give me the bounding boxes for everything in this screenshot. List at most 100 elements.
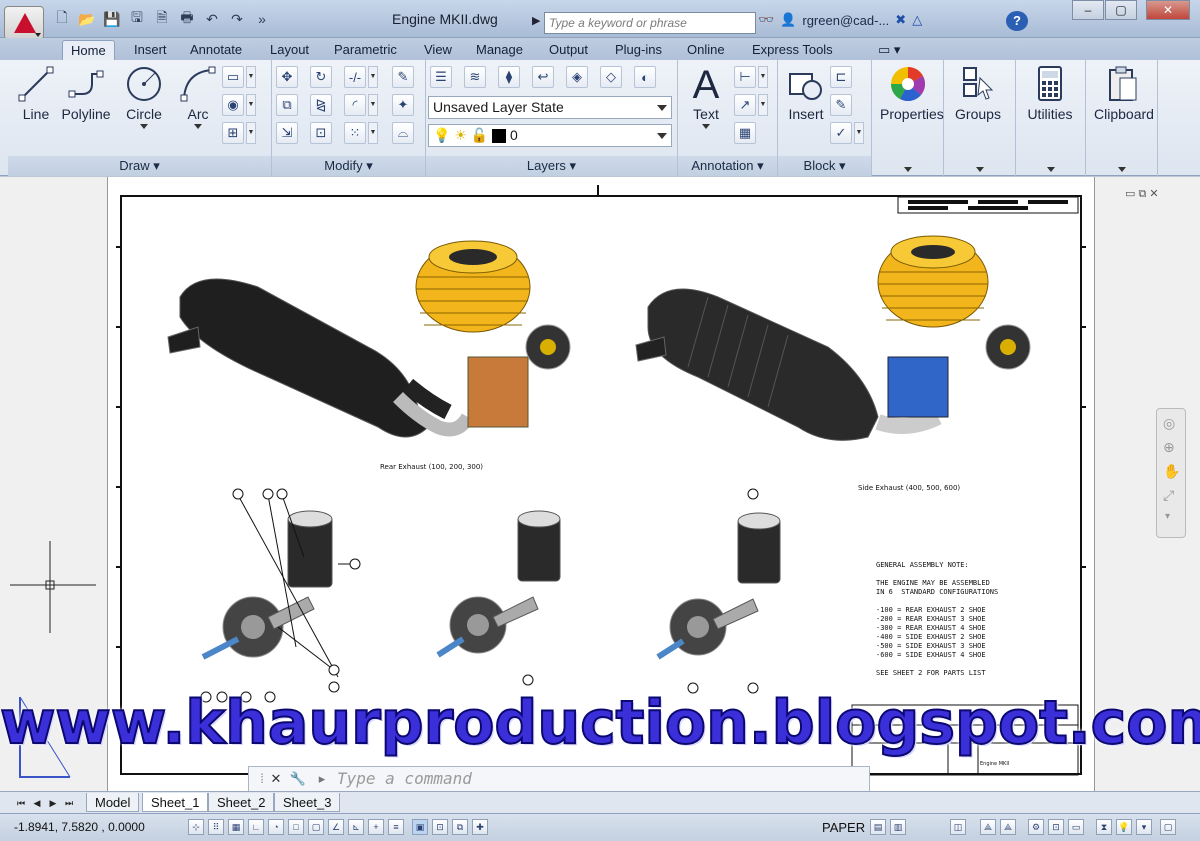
new-icon[interactable]: 🗋 bbox=[52, 9, 72, 28]
layer-match-icon[interactable]: ⧫ bbox=[498, 66, 520, 88]
more-icon[interactable]: » bbox=[252, 10, 272, 28]
trim-dropdown[interactable]: ▼ bbox=[368, 66, 378, 88]
otrack-icon[interactable]: ∠ bbox=[328, 819, 344, 835]
layout-tab-model[interactable]: Model bbox=[86, 793, 140, 812]
layer-previous-icon[interactable]: ↩ bbox=[532, 66, 554, 88]
status-menu-icon[interactable]: ▾ bbox=[1136, 819, 1152, 835]
redo-icon[interactable]: ↷ bbox=[227, 10, 247, 28]
3d-osnap-icon[interactable]: ▢ bbox=[308, 819, 324, 835]
block-panel-title[interactable]: Block ▾ bbox=[778, 156, 871, 176]
tab-online[interactable]: Online bbox=[679, 40, 733, 60]
viewport-window-controls[interactable]: ▭ ⧉ ✕ bbox=[1125, 187, 1159, 201]
minimize-button[interactable]: – bbox=[1072, 0, 1104, 20]
annotation-scale-icon[interactable]: ⟁ bbox=[980, 819, 996, 835]
save-icon[interactable]: 💾 bbox=[102, 10, 122, 28]
tab-annotate[interactable]: Annotate bbox=[182, 40, 250, 60]
last-layout-icon[interactable]: ⏭ bbox=[62, 795, 76, 811]
annotation-visibility-icon[interactable]: ⟁ bbox=[1000, 819, 1016, 835]
properties-panel[interactable]: Properties bbox=[872, 60, 944, 176]
leader-dropdown[interactable]: ▼ bbox=[758, 94, 768, 116]
layers-panel-title[interactable]: Layers ▾ bbox=[426, 156, 677, 176]
region-dropdown[interactable]: ▼ bbox=[246, 122, 256, 144]
table-icon[interactable]: ▦ bbox=[734, 122, 756, 144]
edit-attributes-icon[interactable]: ✓ bbox=[830, 122, 852, 144]
print-icon[interactable]: 🖶 bbox=[177, 9, 197, 28]
tab-view[interactable]: View bbox=[416, 40, 460, 60]
fillet-dropdown[interactable]: ▼ bbox=[368, 94, 378, 116]
modify-panel-title[interactable]: Modify ▾ bbox=[272, 156, 425, 176]
clean-screen-icon[interactable]: ▢ bbox=[1160, 819, 1176, 835]
lineweight-icon[interactable]: ≡ bbox=[388, 819, 404, 835]
trim-icon[interactable]: -/- bbox=[344, 66, 366, 88]
line-tool[interactable]: Line bbox=[8, 64, 64, 122]
first-layout-icon[interactable]: ⏮ bbox=[14, 795, 28, 811]
coordinate-readout[interactable]: -1.8941, 7.5820 , 0.0000 bbox=[14, 820, 145, 834]
lightbulb-icon[interactable]: 💡 bbox=[1116, 819, 1132, 835]
array-icon[interactable]: ⁙ bbox=[344, 122, 366, 144]
dyn-icon[interactable]: + bbox=[368, 819, 384, 835]
zoom-icon[interactable]: ⊕ bbox=[1163, 439, 1175, 456]
toolbar-lock-icon[interactable]: ⊡ bbox=[1048, 819, 1064, 835]
layer-state-select[interactable]: Unsaved Layer State bbox=[428, 96, 672, 119]
exchange-icon[interactable]: ✖ bbox=[895, 12, 906, 28]
infer-constraints-icon[interactable]: ⊹ bbox=[188, 819, 204, 835]
ducs-icon[interactable]: ⊾ bbox=[348, 819, 364, 835]
draw-panel-title[interactable]: Draw ▾ bbox=[8, 156, 271, 176]
tab-insert[interactable]: Insert bbox=[126, 40, 175, 60]
utilities-panel[interactable]: Utilities bbox=[1016, 60, 1086, 176]
create-block-icon[interactable]: ⊏ bbox=[830, 66, 852, 88]
arc-tool[interactable]: Arc bbox=[170, 64, 226, 129]
workspace-switching-icon[interactable]: ⚙ bbox=[1028, 819, 1044, 835]
steering-wheel-icon[interactable]: ◎ bbox=[1163, 415, 1175, 432]
rectangle-dropdown[interactable]: ▼ bbox=[246, 66, 256, 88]
search-input[interactable]: Type a keyword or phrase bbox=[544, 12, 756, 34]
quick-view-layouts-icon[interactable]: ▤ bbox=[870, 819, 886, 835]
layout-tab-sheet-3[interactable]: Sheet_3 bbox=[274, 793, 341, 812]
tab-layout[interactable]: Layout bbox=[262, 40, 317, 60]
text-tool[interactable]: A Text bbox=[678, 64, 734, 129]
tab-output[interactable]: Output bbox=[541, 40, 596, 60]
rotate-icon[interactable]: ↻ bbox=[310, 66, 332, 88]
move-icon[interactable]: ✥ bbox=[276, 66, 298, 88]
chevron-down-icon[interactable]: ▾ bbox=[1165, 511, 1170, 522]
osnap-icon[interactable]: □ bbox=[288, 819, 304, 835]
wrench-icon[interactable]: 🔧 bbox=[289, 770, 307, 788]
hatch-dropdown[interactable]: ▼ bbox=[246, 94, 256, 116]
triangle-icon[interactable]: △ bbox=[912, 12, 922, 28]
ribbon-minimize-toggle[interactable]: ▭ ▾ bbox=[870, 40, 908, 60]
layer-unisolate-icon[interactable]: ◇ bbox=[600, 66, 622, 88]
search-expand-icon[interactable]: ▶ bbox=[532, 14, 542, 32]
close-button[interactable]: ✕ bbox=[1146, 0, 1190, 20]
layout-tab-sheet-2[interactable]: Sheet_2 bbox=[208, 793, 275, 812]
copy-icon[interactable]: ⧉ bbox=[276, 94, 298, 116]
layer-off-icon[interactable]: ◐ bbox=[634, 66, 656, 88]
scale-icon[interactable]: ⊡ bbox=[310, 122, 332, 144]
dimension-dropdown[interactable]: ▼ bbox=[758, 66, 768, 88]
layout-tab-sheet-1[interactable]: Sheet_1 bbox=[142, 793, 209, 812]
erase-icon[interactable]: ✎ bbox=[392, 66, 414, 88]
utilities-tool[interactable]: Utilities bbox=[1022, 64, 1078, 122]
hatch-icon[interactable]: ◉ bbox=[222, 94, 244, 116]
prompt-icon[interactable]: ▸ bbox=[313, 770, 331, 788]
rectangle-icon[interactable]: ▭ bbox=[222, 66, 244, 88]
user-name[interactable]: rgreen@cad-... bbox=[802, 13, 889, 28]
region-icon[interactable]: ⊞ bbox=[222, 122, 244, 144]
prev-layout-icon[interactable]: ◀ bbox=[30, 795, 44, 811]
help-button[interactable]: ? bbox=[1006, 11, 1028, 31]
clipboard-tool[interactable]: Clipboard bbox=[1094, 64, 1154, 122]
maximize-viewport-icon[interactable]: ◫ bbox=[950, 819, 966, 835]
layer-isolate-icon[interactable]: ◈ bbox=[566, 66, 588, 88]
polyline-tool[interactable]: Polyline bbox=[58, 64, 114, 122]
groups-panel[interactable]: Groups bbox=[944, 60, 1016, 176]
ortho-icon[interactable]: ∟ bbox=[248, 819, 264, 835]
command-input[interactable]: Type a command bbox=[337, 769, 857, 789]
plot-preview-icon[interactable]: 🗎 bbox=[152, 9, 172, 28]
pan-hand-icon[interactable]: ✋ bbox=[1163, 463, 1180, 480]
hardware-acceleration-icon[interactable]: ▭ bbox=[1068, 819, 1084, 835]
circle-tool[interactable]: Circle bbox=[116, 64, 172, 129]
grid-icon[interactable]: ▦ bbox=[228, 819, 244, 835]
tab-manage[interactable]: Manage bbox=[468, 40, 531, 60]
fillet-icon[interactable]: ◜ bbox=[344, 94, 366, 116]
clipboard-panel[interactable]: Clipboard bbox=[1086, 60, 1158, 176]
leader-icon[interactable]: ↗ bbox=[734, 94, 756, 116]
